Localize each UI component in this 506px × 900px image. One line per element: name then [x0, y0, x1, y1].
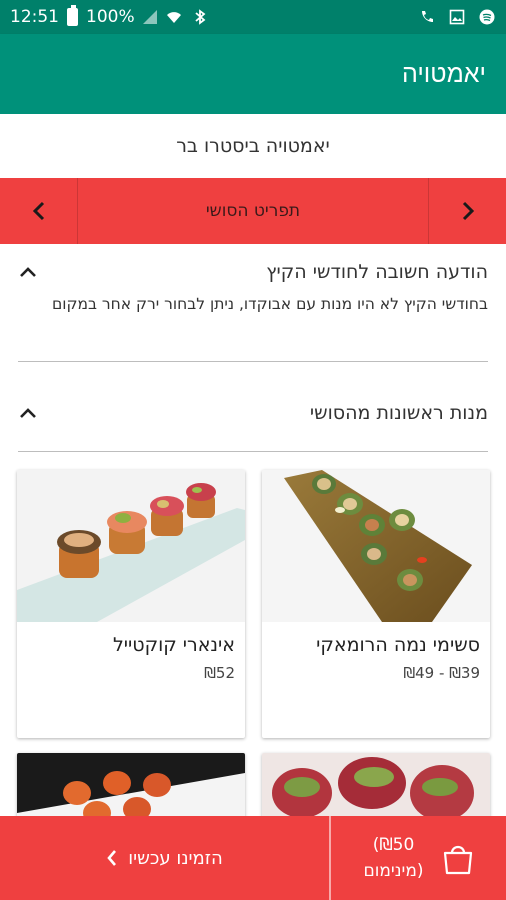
notice-body: בחודשי הקיץ לא היו מנות עם אבוקדו, ניתן …	[51, 295, 488, 313]
bottom-bar: הזמינו עכשיו (₪50 מינימום)	[0, 816, 506, 900]
status-time: 12:51	[10, 7, 59, 27]
minimum-order: (₪50 מינימום)	[363, 832, 423, 884]
signal-icon	[142, 10, 157, 24]
order-now-label: הזמינו עכשיו	[128, 847, 223, 869]
cart-button[interactable]: (₪50 מינימום)	[331, 816, 506, 900]
category-nav: תפריט הסושי	[0, 178, 506, 244]
item-name: אינארי קוקטייל	[112, 634, 235, 656]
minimum-label: מינימום)	[363, 861, 424, 881]
spotify-icon	[478, 9, 496, 25]
chevron-right-icon	[462, 201, 474, 221]
item-name: סשימי נמה הרומאקי	[316, 634, 480, 656]
prev-category-button[interactable]	[0, 178, 78, 244]
app-title: יאמטויה	[401, 59, 486, 88]
chevron-left-icon	[107, 850, 117, 866]
current-category-label[interactable]: תפריט הסושי	[78, 178, 428, 244]
collapse-caret-icon[interactable]	[18, 262, 38, 282]
battery-icon	[67, 5, 78, 26]
menu-item-card[interactable]: אינארי קוקטייל ₪52	[17, 470, 245, 738]
order-now-button[interactable]: הזמינו עכשיו	[0, 816, 331, 900]
item-price: ₪52	[204, 664, 235, 682]
call-icon	[418, 9, 436, 25]
minimum-amount: (₪50	[372, 835, 415, 855]
divider	[18, 451, 488, 452]
image-icon	[448, 9, 466, 25]
app-bar: יאמטויה	[0, 34, 506, 114]
section-title: מנות ראשונות מהסושי	[309, 402, 488, 424]
shopping-bag-icon	[443, 845, 472, 875]
chevron-left-icon	[32, 201, 44, 221]
divider	[18, 361, 488, 362]
notice-title: הודעה חשובה לחודשי הקיץ	[266, 261, 488, 283]
battery-percent: 100%	[86, 7, 135, 27]
notice-header[interactable]: הודעה חשובה לחודשי הקיץ	[0, 254, 506, 290]
restaurant-subtitle: יאמטויה ביסטרו בר	[0, 114, 506, 178]
dish-image	[17, 470, 245, 622]
wifi-icon	[165, 9, 183, 25]
bluetooth-icon	[191, 9, 209, 25]
item-price: ₪39 - ₪49	[403, 664, 480, 682]
next-category-button[interactable]	[428, 178, 506, 244]
status-bar: 12:51 100%	[0, 0, 506, 34]
section-header[interactable]: מנות ראשונות מהסושי	[0, 393, 506, 433]
dish-image	[262, 470, 490, 622]
collapse-caret-icon[interactable]	[18, 403, 38, 423]
menu-item-card[interactable]: סשימי נמה הרומאקי ₪39 - ₪49	[262, 470, 490, 738]
